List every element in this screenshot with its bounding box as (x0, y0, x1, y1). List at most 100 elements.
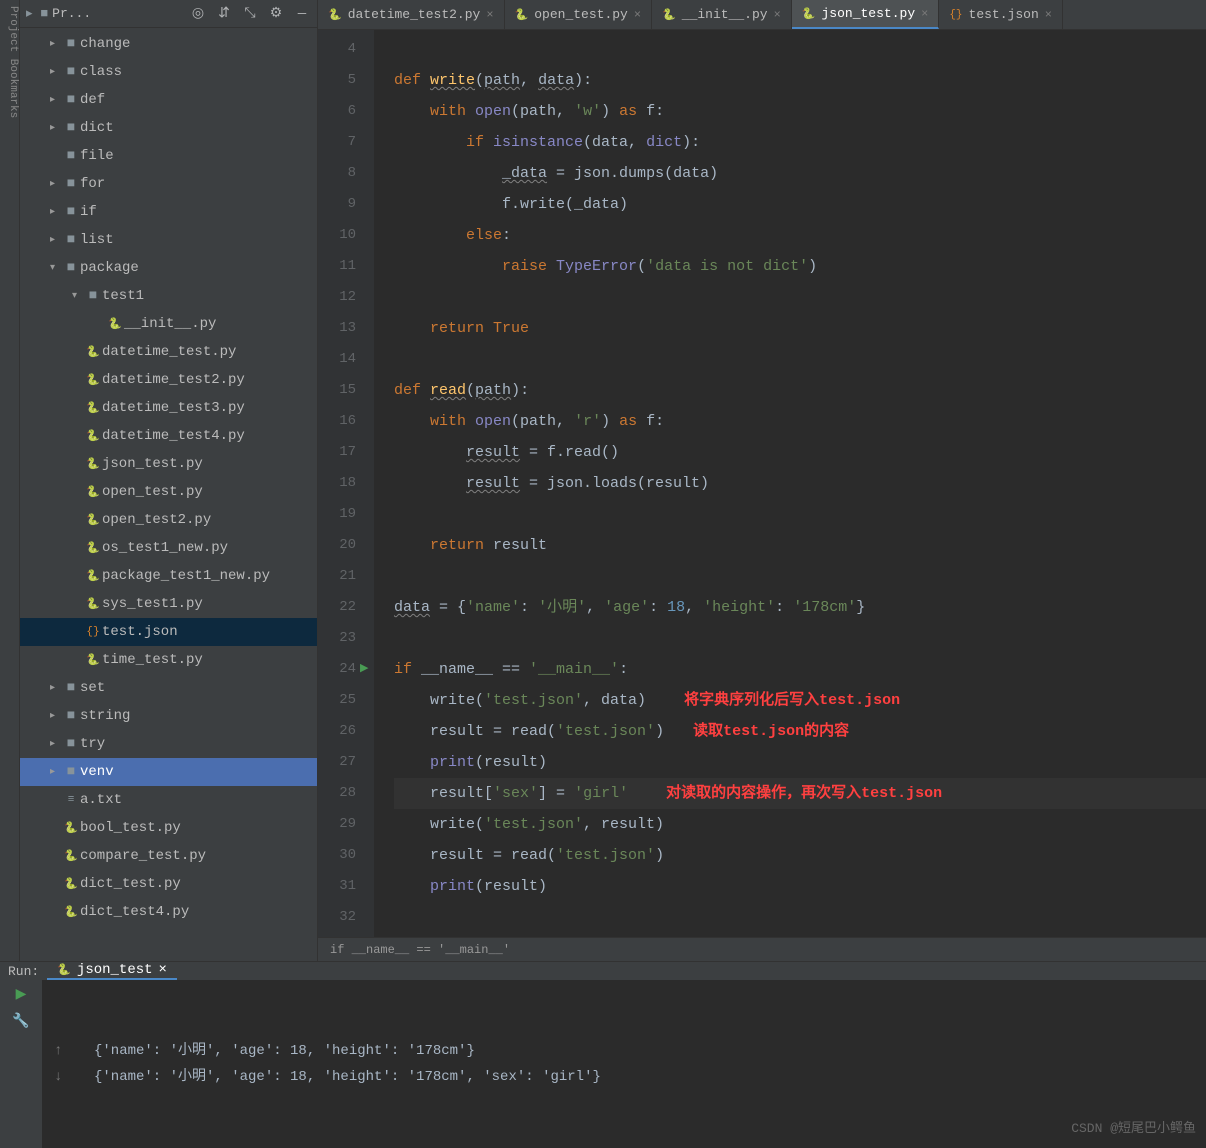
code-line[interactable]: else: (394, 220, 1206, 251)
code-line[interactable]: write('test.json', result) (394, 809, 1206, 840)
tree-item[interactable]: ▸■set (20, 674, 317, 702)
code-line[interactable]: data = {'name': '小明', 'age': 18, 'height… (394, 592, 1206, 623)
wrench-icon[interactable]: 🔧 (12, 1013, 29, 1030)
tree-item[interactable]: ▸■venv (20, 758, 317, 786)
code-line[interactable]: return True (394, 313, 1206, 344)
collapse-icon[interactable]: ⤡ (241, 5, 259, 23)
code-line[interactable] (394, 344, 1206, 375)
tree-item[interactable]: 🐍datetime_test3.py (20, 394, 317, 422)
code-line[interactable]: result = read('test.json') 读取test.json的内… (394, 716, 1206, 747)
tree-item-label: venv (80, 764, 114, 780)
tree-item[interactable]: ▾■test1 (20, 282, 317, 310)
gear-icon[interactable]: ⚙ (267, 5, 285, 23)
code-line[interactable]: with open(path, 'r') as f: (394, 406, 1206, 437)
tree-item[interactable]: ▾■package (20, 254, 317, 282)
code-line[interactable]: print(result) (394, 871, 1206, 902)
tree-item[interactable]: ▸■try (20, 730, 317, 758)
tree-item[interactable]: 🐍__init__.py (20, 310, 317, 338)
tree-item[interactable]: 🐍open_test.py (20, 478, 317, 506)
code-line[interactable] (394, 282, 1206, 313)
run-output[interactable]: ↑{'name': '小明', 'age': 18, 'height': '17… (42, 980, 1206, 1148)
project-tree[interactable]: ▸■change▸■class▸■def▸■dict■file▸■for▸■if… (20, 28, 317, 961)
tree-item[interactable]: ≡a.txt (20, 786, 317, 814)
code-line[interactable]: if isinstance(data, dict): (394, 127, 1206, 158)
close-icon[interactable]: × (1045, 8, 1052, 22)
chevron-icon: ▸ (50, 38, 62, 50)
tree-item[interactable]: 🐍datetime_test.py (20, 338, 317, 366)
tree-item[interactable]: {}test.json (20, 618, 317, 646)
code-line[interactable]: result = read('test.json') (394, 840, 1206, 871)
tree-item[interactable]: ▸■string (20, 702, 317, 730)
code-line[interactable] (394, 499, 1206, 530)
breadcrumb[interactable]: if __name__ == '__main__' (318, 937, 1206, 961)
tree-item-label: change (80, 36, 130, 52)
tree-item[interactable]: ▸■for (20, 170, 317, 198)
tab-label: __init__.py (682, 7, 768, 22)
tree-item-label: for (80, 176, 105, 192)
editor-tab[interactable]: 🐍datetime_test2.py× (318, 0, 505, 29)
close-icon[interactable]: × (774, 8, 781, 22)
tree-item[interactable]: 🐍datetime_test2.py (20, 366, 317, 394)
python-icon: 🐍 (62, 849, 80, 863)
tree-item[interactable]: ▸■list (20, 226, 317, 254)
run-tab-label: json_test (77, 962, 153, 978)
code-line[interactable]: def write(path, data): (394, 65, 1206, 96)
tree-item[interactable]: ▸■change (20, 30, 317, 58)
code-editor[interactable]: def write(path, data): with open(path, '… (374, 30, 1206, 937)
editor-tab[interactable]: {}test.json× (939, 0, 1063, 29)
tree-item[interactable]: 🐍compare_test.py (20, 842, 317, 870)
run-tab[interactable]: 🐍 json_test × (47, 962, 177, 980)
close-icon[interactable]: × (486, 8, 493, 22)
hide-icon[interactable]: — (293, 5, 311, 23)
code-line[interactable]: _data = json.dumps(data) (394, 158, 1206, 189)
tree-item[interactable]: ▸■def (20, 86, 317, 114)
code-line[interactable]: return result (394, 530, 1206, 561)
tree-item[interactable]: ▸■if (20, 198, 317, 226)
code-line[interactable]: print(result) (394, 747, 1206, 778)
code-line[interactable] (394, 623, 1206, 654)
chevron-icon: ▸ (50, 682, 62, 694)
code-line[interactable]: result = f.read() (394, 437, 1206, 468)
python-icon: 🐍 (84, 345, 102, 359)
code-line[interactable]: f.write(_data) (394, 189, 1206, 220)
tree-item[interactable]: 🐍os_test1_new.py (20, 534, 317, 562)
code-line[interactable]: result['sex'] = 'girl' 对读取的内容操作，再次写入test… (394, 778, 1206, 809)
close-icon[interactable]: × (159, 962, 167, 978)
code-line[interactable] (394, 34, 1206, 65)
tree-item[interactable]: 🐍bool_test.py (20, 814, 317, 842)
run-gutter-icon[interactable]: ▶ (360, 654, 368, 685)
tree-item[interactable]: 🐍dict_test.py (20, 870, 317, 898)
tree-item[interactable]: ▸■dict (20, 114, 317, 142)
editor-tab[interactable]: 🐍__init__.py× (652, 0, 792, 29)
target-icon[interactable]: ◎ (189, 5, 207, 23)
close-icon[interactable]: × (921, 7, 928, 21)
python-icon: 🐍 (84, 457, 102, 471)
tree-item[interactable]: 🐍json_test.py (20, 450, 317, 478)
tree-item[interactable]: 🐍package_test1_new.py (20, 562, 317, 590)
tree-item[interactable]: ▸■class (20, 58, 317, 86)
editor-tab[interactable]: 🐍open_test.py× (505, 0, 653, 29)
tree-item[interactable]: 🐍open_test2.py (20, 506, 317, 534)
code-line[interactable] (394, 902, 1206, 933)
tree-item[interactable]: ■file (20, 142, 317, 170)
tree-item[interactable]: 🐍datetime_test4.py (20, 422, 317, 450)
left-tool-rail[interactable]: Project Bookmarks (0, 0, 20, 961)
code-line[interactable]: def read(path): (394, 375, 1206, 406)
run-panel: Run: 🐍 json_test × ▶ 🔧 ↑{'name': '小明', '… (0, 961, 1206, 1131)
editor-tab[interactable]: 🐍json_test.py× (792, 0, 940, 29)
code-line[interactable]: write('test.json', data) 将字典序列化后写入test.j… (394, 685, 1206, 716)
tree-item[interactable]: 🐍time_test.py (20, 646, 317, 674)
code-line[interactable]: raise TypeError('data is not dict') (394, 251, 1206, 282)
run-button[interactable]: ▶ (16, 986, 27, 1003)
tree-item[interactable]: 🐍sys_test1.py (20, 590, 317, 618)
expand-icon[interactable]: ⇵ (215, 5, 233, 23)
code-line[interactable]: with open(path, 'w') as f: (394, 96, 1206, 127)
close-icon[interactable]: × (634, 8, 641, 22)
tree-item-label: os_test1_new.py (102, 540, 228, 556)
code-line[interactable] (394, 561, 1206, 592)
tree-item[interactable]: 🐍dict_test4.py (20, 898, 317, 926)
code-line[interactable]: result = json.loads(result) (394, 468, 1206, 499)
code-line[interactable]: if __name__ == '__main__': (394, 654, 1206, 685)
python-icon: 🐍 (328, 8, 342, 22)
tree-item-label: def (80, 92, 105, 108)
